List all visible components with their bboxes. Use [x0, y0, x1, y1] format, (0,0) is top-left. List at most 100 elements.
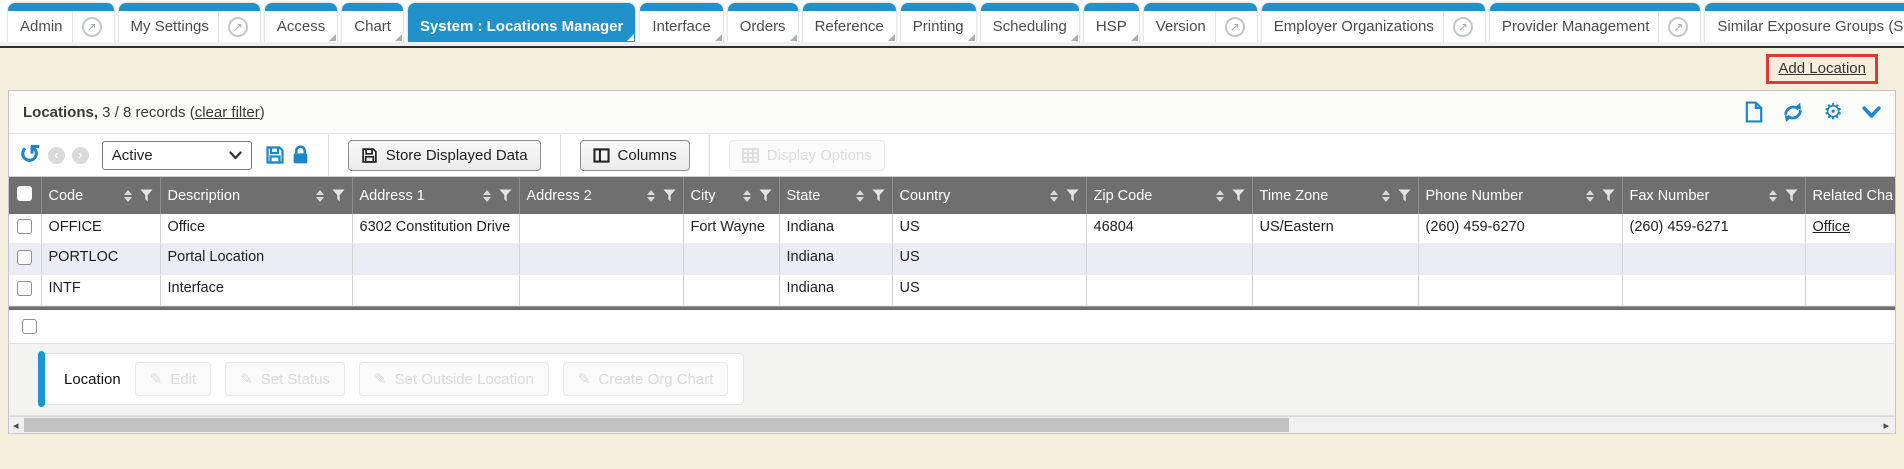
filter-icon[interactable] — [1398, 189, 1411, 202]
tab-orders[interactable]: Orders — [728, 3, 798, 42]
table-row[interactable]: PORTLOC Portal Location Indiana US — [9, 244, 1895, 275]
column-header-related-chart[interactable]: Related Cha — [1805, 177, 1895, 214]
tab-similar-exposure-groups[interactable]: Similar Exposure Groups (SEGs)↗ — [1705, 3, 1904, 42]
column-header-state[interactable]: State — [779, 177, 892, 214]
store-displayed-data-button[interactable]: Store Displayed Data — [348, 140, 541, 171]
column-header-description[interactable]: Description — [160, 177, 352, 214]
tab-divider — [1443, 11, 1444, 42]
filter-icon[interactable] — [140, 189, 153, 202]
sort-icon[interactable] — [1050, 190, 1058, 202]
column-header-zip-code[interactable]: Zip Code — [1086, 177, 1252, 214]
scrollbar-thumb[interactable] — [24, 418, 1289, 432]
sort-icon[interactable] — [483, 190, 491, 202]
tab-provider-management[interactable]: Provider Management↗ — [1490, 3, 1701, 42]
filter-icon[interactable] — [663, 189, 676, 202]
cell-phone — [1418, 275, 1622, 306]
scroll-right-arrow-icon[interactable]: ▸ — [1883, 417, 1889, 433]
sort-icon[interactable] — [1769, 190, 1777, 202]
column-header-fax-number[interactable]: Fax Number — [1622, 177, 1805, 214]
tab-employer-organizations[interactable]: Employer Organizations ↗ — [1262, 3, 1485, 42]
row-checkbox[interactable] — [17, 281, 32, 296]
popout-icon[interactable]: ↗ — [1453, 17, 1473, 37]
sort-icon[interactable] — [647, 190, 655, 202]
related-chart-link[interactable]: Office — [1813, 219, 1851, 235]
columns-button[interactable]: Columns — [580, 140, 690, 171]
select-all-bottom-checkbox[interactable] — [22, 319, 37, 334]
clear-filter-link[interactable]: clear filter — [195, 104, 260, 121]
tab-access[interactable]: Access — [265, 3, 337, 42]
tab-reference[interactable]: Reference — [803, 3, 896, 42]
select-caret-icon — [229, 151, 242, 160]
sort-icon[interactable] — [856, 190, 864, 202]
column-header-time-zone[interactable]: Time Zone — [1252, 177, 1418, 214]
column-header-address2[interactable]: Address 2 — [519, 177, 683, 214]
save-view-icon[interactable] — [265, 145, 285, 165]
tab-system-locations-manager[interactable]: System : Locations Manager — [408, 3, 635, 42]
tab-chart[interactable]: Chart — [342, 3, 403, 42]
tab-admin[interactable]: Admin↗ — [8, 3, 114, 42]
filter-icon[interactable] — [499, 189, 512, 202]
add-location-link[interactable]: Add Location — [1778, 60, 1866, 77]
sort-icon[interactable] — [124, 190, 132, 202]
tab-hsp[interactable]: HSP — [1084, 3, 1139, 42]
row-checkbox[interactable] — [17, 250, 32, 265]
chevron-down-icon[interactable] — [1862, 106, 1881, 119]
cell-description: Interface — [160, 275, 352, 306]
filter-icon[interactable] — [1785, 189, 1798, 202]
filter-icon[interactable] — [759, 189, 772, 202]
new-document-icon[interactable] — [1745, 101, 1763, 123]
column-header-country[interactable]: Country — [892, 177, 1086, 214]
tab-label: Employer Organizations — [1274, 18, 1434, 35]
tab-cap — [1490, 3, 1701, 11]
filter-icon[interactable] — [1232, 189, 1245, 202]
popout-icon[interactable]: ↗ — [82, 17, 102, 37]
tab-version[interactable]: Version↗ — [1144, 3, 1257, 42]
status-filter-select[interactable]: Active — [102, 141, 252, 170]
filter-icon[interactable] — [1602, 189, 1615, 202]
table-row[interactable]: INTF Interface Indiana US — [9, 275, 1895, 306]
cell-zip-code: 46804 — [1086, 214, 1252, 244]
table-row[interactable]: OFFICE Office 6302 Constitution Drive Fo… — [9, 214, 1895, 244]
cell-code: OFFICE — [41, 214, 160, 244]
scroll-left-arrow-icon[interactable]: ◂ — [13, 417, 19, 433]
popout-icon[interactable]: ↗ — [1668, 17, 1688, 37]
column-header-code[interactable]: Code — [41, 177, 160, 214]
sort-icon[interactable] — [316, 190, 324, 202]
row-checkbox-cell — [9, 244, 41, 275]
tab-interface[interactable]: Interface — [640, 3, 722, 42]
dropdown-notch-icon — [1071, 34, 1078, 41]
refresh-icon[interactable] — [1782, 102, 1804, 123]
tab-divider — [72, 11, 73, 42]
table-header-row: Code Description Address 1 Address 2 Cit… — [9, 177, 1895, 214]
panel-header-icons: ⚙ — [1745, 101, 1881, 123]
tab-cap — [265, 3, 337, 11]
next-page-icon[interactable]: › — [72, 147, 89, 164]
tab-scheduling[interactable]: Scheduling — [981, 3, 1079, 42]
cell-time-zone: US/Eastern — [1252, 214, 1418, 244]
popout-icon[interactable]: ↗ — [228, 17, 248, 37]
tab-my-settings[interactable]: My Settings↗ — [119, 3, 260, 42]
column-header-city[interactable]: City — [683, 177, 779, 214]
sort-icon[interactable] — [743, 190, 751, 202]
filter-icon[interactable] — [332, 189, 345, 202]
tab-label: Access — [277, 18, 325, 35]
undo-icon[interactable]: ↺ — [19, 143, 41, 166]
column-header-address1[interactable]: Address 1 — [352, 177, 519, 214]
gear-icon[interactable]: ⚙ — [1823, 101, 1843, 123]
column-header-phone-number[interactable]: Phone Number — [1418, 177, 1622, 214]
columns-label: Columns — [618, 147, 677, 164]
lock-icon[interactable] — [292, 145, 309, 165]
cell-address2 — [519, 275, 683, 306]
select-all-checkbox[interactable] — [17, 186, 32, 201]
sort-icon[interactable] — [1586, 190, 1594, 202]
sort-icon[interactable] — [1216, 190, 1224, 202]
locations-table-wrap: Code Description Address 1 Address 2 Cit… — [9, 177, 1895, 306]
sort-icon[interactable] — [1382, 190, 1390, 202]
filter-icon[interactable] — [872, 189, 885, 202]
row-checkbox[interactable] — [17, 219, 32, 234]
row-checkbox-cell — [9, 214, 41, 244]
tab-printing[interactable]: Printing — [901, 3, 976, 42]
filter-icon[interactable] — [1066, 189, 1079, 202]
previous-page-icon[interactable]: ‹ — [48, 147, 65, 164]
popout-icon[interactable]: ↗ — [1225, 17, 1245, 37]
